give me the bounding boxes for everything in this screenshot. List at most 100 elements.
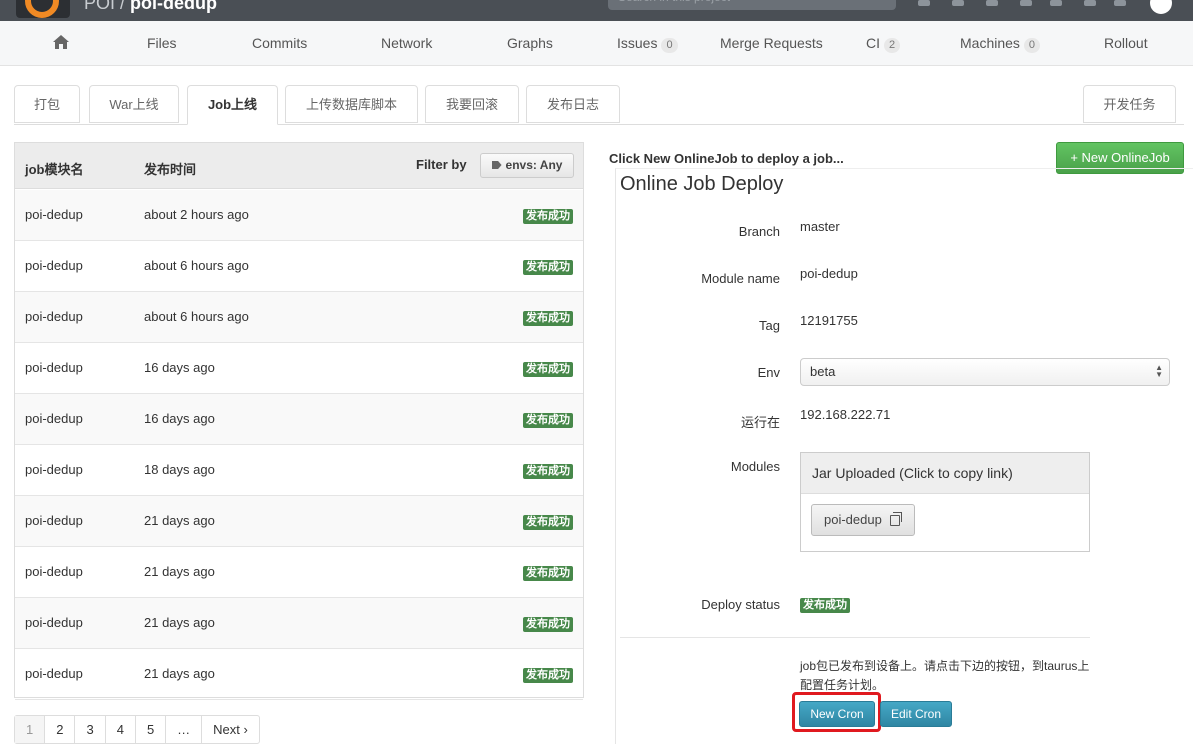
row-status-badge: 发布成功 (523, 413, 573, 428)
tab-dev-tasks[interactable]: 开发任务 (1083, 85, 1176, 123)
tag-value: 12191755 (800, 313, 858, 328)
row-time: 21 days ago (144, 615, 215, 630)
host-label: 运行在 (740, 415, 780, 430)
row-module: poi-dedup (25, 462, 83, 477)
help-icon[interactable] (918, 0, 930, 6)
tab-deploy-log[interactable]: 发布日志 (526, 85, 620, 123)
cron-note: job包已发布到设备上。请点击下边的按钮，到taurus上配置任务计划。 (800, 659, 1090, 692)
nav-graphs[interactable]: Graphs (507, 35, 553, 51)
row-module: poi-dedup (25, 309, 83, 324)
avatar[interactable] (1150, 0, 1172, 14)
col-module-header: job模块名 (25, 162, 84, 177)
tag-icon (491, 161, 502, 169)
deploy-status-label: Deploy status (701, 597, 780, 612)
row-module: poi-dedup (25, 207, 83, 222)
top-header: POI / poi-dedup Search in this project (0, 0, 1193, 21)
settings-icon[interactable] (1084, 0, 1096, 6)
table-row[interactable]: poi-dedup 21 days ago 发布成功 (15, 649, 583, 700)
nav-files[interactable]: Files (147, 35, 177, 51)
page-5[interactable]: 5 (136, 716, 167, 743)
row-status-badge: 发布成功 (523, 362, 573, 377)
nav-rollout[interactable]: Rollout (1104, 35, 1148, 51)
row-status-badge: 发布成功 (523, 260, 573, 275)
table-row[interactable]: poi-dedup 18 days ago 发布成功 (15, 445, 583, 496)
table-header: job模块名 发布时间 Filter by envs: Any (15, 143, 583, 189)
tab-upload-db-script[interactable]: 上传数据库脚本 (285, 85, 418, 123)
tab-war-online[interactable]: War上线 (89, 85, 179, 123)
table-row[interactable]: poi-dedup about 2 hours ago 发布成功 (15, 190, 583, 241)
table-row[interactable]: poi-dedup about 6 hours ago 发布成功 (15, 292, 583, 343)
home-icon[interactable] (52, 34, 70, 50)
row-time: 21 days ago (144, 513, 215, 528)
deploy-hint: Click New OnlineJob to deploy a job... (609, 151, 844, 166)
job-table: job模块名 发布时间 Filter by envs: Any poi-dedu… (14, 142, 584, 700)
copy-module-link-button[interactable]: poi-dedup (811, 504, 915, 536)
env-label: Env (757, 365, 780, 380)
row-module: poi-dedup (25, 411, 83, 426)
search-input[interactable]: Search in this project (608, 0, 896, 10)
page-2[interactable]: 2 (45, 716, 76, 743)
page-ellipsis: … (166, 716, 203, 743)
row-status-badge: 发布成功 (523, 515, 573, 530)
logout-icon[interactable] (1114, 0, 1126, 6)
divider (620, 637, 1090, 638)
nav-machines[interactable]: Machines 0 (960, 35, 1041, 53)
row-status-badge: 发布成功 (523, 209, 573, 224)
new-project-icon[interactable] (1050, 0, 1062, 6)
branch-value: master (800, 219, 840, 234)
row-status-badge: 发布成功 (523, 311, 573, 326)
row-time: 16 days ago (144, 360, 215, 375)
row-status-badge: 发布成功 (523, 566, 573, 581)
nav-network[interactable]: Network (381, 35, 432, 51)
env-select[interactable]: beta ▲ ▼ (800, 358, 1170, 386)
table-row[interactable]: poi-dedup about 6 hours ago 发布成功 (15, 241, 583, 292)
nav-issues[interactable]: Issues 0 (617, 35, 678, 53)
ci-count-badge: 2 (884, 38, 901, 53)
table-row[interactable]: poi-dedup 21 days ago 发布成功 (15, 496, 583, 547)
project-nav: Files Commits Network Graphs Issues 0 Mer… (0, 21, 1193, 66)
status-badge: 发布成功 (800, 598, 850, 613)
row-status-badge: 发布成功 (523, 617, 573, 632)
project-title[interactable]: POI / poi-dedup (84, 0, 217, 14)
filter-label: Filter by (416, 157, 467, 172)
row-status-badge: 发布成功 (523, 464, 573, 479)
edit-cron-button[interactable]: Edit Cron (880, 701, 952, 727)
next-page-button[interactable]: Next › (202, 716, 259, 743)
row-time: 21 days ago (144, 666, 215, 681)
nav-merge-requests[interactable]: Merge Requests (720, 35, 823, 51)
nav-ci[interactable]: CI 2 (866, 35, 901, 53)
modules-label: Modules (730, 459, 780, 474)
machines-count-badge: 0 (1023, 38, 1041, 53)
row-time: about 6 hours ago (144, 258, 249, 273)
row-module: poi-dedup (25, 666, 83, 681)
host-value: 192.168.222.71 (800, 407, 891, 422)
gitlab-logo[interactable] (16, 0, 70, 18)
table-row[interactable]: poi-dedup 21 days ago 发布成功 (15, 547, 583, 598)
env-filter-button[interactable]: envs: Any (480, 153, 574, 178)
modules-header: Jar Uploaded (Click to copy link) (801, 453, 1089, 494)
snippets-icon[interactable] (1020, 0, 1032, 6)
nav-commits[interactable]: Commits (252, 35, 307, 51)
page-3[interactable]: 3 (75, 716, 106, 743)
select-arrows-icon: ▲ ▼ (1155, 363, 1163, 379)
tab-rollback[interactable]: 我要回滚 (425, 85, 519, 123)
row-module: poi-dedup (25, 513, 83, 528)
row-time: about 6 hours ago (144, 309, 249, 324)
tab-job-online[interactable]: Job上线 (187, 85, 278, 125)
page-4[interactable]: 4 (106, 716, 136, 743)
table-row[interactable]: poi-dedup 16 days ago 发布成功 (15, 394, 583, 445)
page-1[interactable]: 1 (15, 716, 46, 743)
new-cron-button[interactable]: New Cron (799, 701, 875, 727)
table-row[interactable]: poi-dedup 21 days ago 发布成功 (15, 598, 583, 649)
issues-count-badge: 0 (661, 38, 678, 53)
tab-package[interactable]: 打包 (14, 85, 80, 123)
table-row[interactable]: poi-dedup 16 days ago 发布成功 (15, 343, 583, 394)
tag-label: Tag (759, 318, 780, 333)
explore-icon[interactable] (952, 0, 964, 6)
module-name-value: poi-dedup (800, 266, 858, 281)
panel-title: Online Job Deploy (620, 173, 788, 196)
copy-icon (890, 512, 902, 526)
admin-icon[interactable] (986, 0, 998, 6)
branch-label: Branch (738, 224, 780, 239)
row-time: 16 days ago (144, 411, 215, 426)
